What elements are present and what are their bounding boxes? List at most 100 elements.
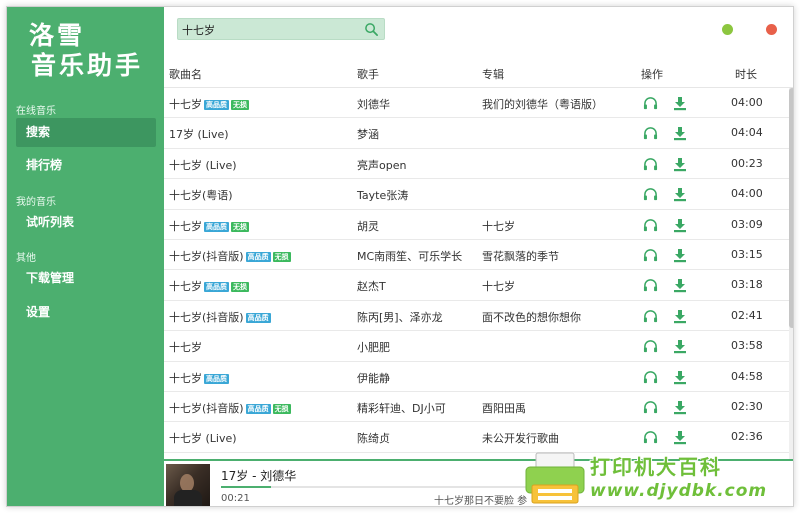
now-playing-title: 17岁 - 刘德华 [221, 469, 297, 483]
album-cell: 十七岁 [482, 280, 515, 294]
song-name-cell: 十七岁(抖音版) 高品质 无损 [169, 248, 291, 264]
table-row[interactable]: 十七岁 高品质 无损 胡灵 十七岁 03:09 [164, 210, 793, 240]
download-icon[interactable] [673, 400, 687, 415]
download-icon[interactable] [673, 126, 687, 141]
headphones-icon[interactable] [643, 339, 658, 353]
song-name: 十七岁(抖音版) [169, 310, 244, 324]
sidebar-section-my-music: 我的音乐 [16, 197, 56, 208]
minimize-button[interactable] [722, 24, 733, 35]
singer-cell: 赵杰T [357, 280, 386, 294]
download-icon[interactable] [673, 157, 687, 172]
duration-cell: 02:30 [731, 399, 763, 413]
search-bar [177, 18, 385, 40]
headphones-icon[interactable] [643, 218, 658, 232]
watermark-url: www.djydbk.com [590, 481, 768, 501]
sidebar-section-other: 其他 [16, 253, 36, 264]
watermark-title: 打印机大百科 [590, 455, 722, 479]
header-album: 专辑 [482, 68, 504, 81]
song-name-cell: 十七岁 高品质 [169, 370, 229, 386]
headphones-icon[interactable] [643, 157, 658, 171]
duration-cell: 03:09 [731, 217, 763, 231]
duration-cell: 04:00 [731, 187, 763, 201]
duration-cell: 03:58 [731, 339, 763, 353]
song-name-cell: 十七岁 (Live) [169, 430, 237, 446]
headphones-icon[interactable] [643, 309, 658, 323]
lossless-badge: 无损 [272, 403, 291, 414]
download-icon[interactable] [673, 278, 687, 293]
singer-cell: 梦涵 [357, 128, 379, 142]
close-button[interactable] [766, 24, 777, 35]
song-name-cell: 十七岁(抖音版) 高品质 [169, 309, 271, 325]
singer-cell: 刘德华 [357, 98, 390, 111]
singer-cell: MC南雨笙、可乐学长 [357, 249, 463, 263]
download-icon[interactable] [673, 309, 687, 324]
table-row[interactable]: 十七岁(抖音版) 高品质 无损 精彩轩迪、DJ小可 酉阳田禹 02:30 [164, 392, 793, 423]
duration-cell: 04:58 [731, 369, 763, 383]
song-name: 十七岁 (Live) [169, 158, 237, 172]
search-input[interactable] [182, 21, 357, 38]
headphones-icon[interactable] [643, 96, 658, 110]
download-icon[interactable] [673, 187, 687, 202]
table-row[interactable]: 十七岁 高品质 无损 刘德华 我们的刘德华（粤语版） 04:00 [164, 88, 793, 119]
table-row[interactable]: 十七岁(粤语) Tayte张涛 04:00 [164, 179, 793, 210]
sidebar-item-search[interactable]: 搜索 [16, 118, 156, 147]
lossless-badge: 无损 [231, 282, 249, 293]
search-icon[interactable] [364, 22, 379, 37]
singer-cell: 小肥肥 [357, 341, 390, 355]
download-icon[interactable] [673, 339, 687, 354]
lossless-badge: 无损 [231, 221, 249, 232]
hq-badge: 高品质 [204, 221, 229, 232]
app-window: 洛雪 音乐助手 在线音乐 搜索 排行榜 我的音乐 试听列表 其他 下载管理 设置… [6, 6, 794, 507]
download-icon[interactable] [673, 430, 687, 445]
lyric-line: 十七岁那日不要脸 参 [434, 496, 528, 507]
headphones-icon[interactable] [643, 430, 658, 444]
scrollbar-thumb[interactable] [789, 88, 793, 328]
printer-logo [525, 452, 585, 504]
album-cell: 我们的刘德华（粤语版） [482, 98, 603, 111]
sidebar-section-online-music: 在线音乐 [16, 106, 56, 117]
singer-cell: 陈丙[男]、泽亦龙 [357, 310, 443, 324]
download-icon[interactable] [673, 370, 687, 385]
table-row[interactable]: 十七岁 (Live) 亮声open 00:23 [164, 149, 793, 180]
table-row[interactable]: 十七岁 小肥肥 03:58 [164, 331, 793, 362]
logo-line-2: 音乐助手 [31, 51, 144, 80]
headphones-icon[interactable] [643, 248, 658, 262]
duration-cell: 03:18 [731, 278, 763, 292]
download-icon[interactable] [673, 96, 687, 111]
headphones-icon[interactable] [643, 370, 658, 384]
album-cell: 面不改色的想你想你 [482, 310, 581, 324]
sidebar-item-charts[interactable]: 排行榜 [16, 151, 156, 180]
song-name: 十七岁(粤语) [169, 189, 233, 203]
table-row[interactable]: 17岁 (Live) 梦涵 04:04 [164, 118, 793, 149]
duration-cell: 04:00 [731, 96, 763, 109]
headphones-icon[interactable] [643, 400, 658, 414]
sidebar-item-play-list[interactable]: 试听列表 [16, 208, 156, 237]
singer-cell: 胡灵 [357, 219, 379, 233]
header-singer: 歌手 [357, 68, 379, 81]
table-row[interactable]: 十七岁(抖音版) 高品质 无损 MC南雨笙、可乐学长 雪花飘落的季节 03:15 [164, 240, 793, 271]
song-name-cell: 十七岁(粤语) [169, 187, 233, 203]
download-icon[interactable] [673, 218, 687, 233]
headphones-icon[interactable] [643, 278, 658, 292]
scrollbar[interactable] [789, 88, 793, 460]
progress-bar[interactable] [221, 486, 551, 488]
song-name: 十七岁 [169, 280, 202, 294]
watermark: 打印机大百科 www.djydbk.com [520, 447, 800, 513]
sidebar-item-downloads[interactable]: 下载管理 [16, 264, 156, 293]
headphones-icon[interactable] [643, 187, 658, 201]
table-row[interactable]: 十七岁(抖音版) 高品质 陈丙[男]、泽亦龙 面不改色的想你想你 02:41 [164, 301, 793, 332]
hq-badge: 高品质 [245, 403, 271, 414]
album-cover[interactable] [166, 464, 210, 506]
download-icon[interactable] [673, 248, 687, 263]
duration-cell: 00:23 [731, 156, 763, 170]
table-row[interactable]: 十七岁 高品质 伊能静 04:58 [164, 362, 793, 392]
song-list: 十七岁 高品质 无损 刘德华 我们的刘德华（粤语版） 04:00 17岁 (Live) 梦涵 0… [164, 88, 793, 453]
song-name-cell: 十七岁 高品质 无损 [169, 278, 249, 294]
table-row[interactable]: 十七岁 高品质 无损 赵杰T 十七岁 03:18 [164, 270, 793, 301]
headphones-icon[interactable] [643, 126, 658, 140]
duration-cell: 02:36 [731, 430, 763, 444]
sidebar-item-settings[interactable]: 设置 [16, 298, 156, 327]
song-name: 十七岁(抖音版) [169, 249, 244, 263]
hq-badge: 高品质 [204, 282, 229, 293]
sidebar: 洛雪 音乐助手 在线音乐 搜索 排行榜 我的音乐 试听列表 其他 下载管理 设置 [7, 7, 164, 506]
